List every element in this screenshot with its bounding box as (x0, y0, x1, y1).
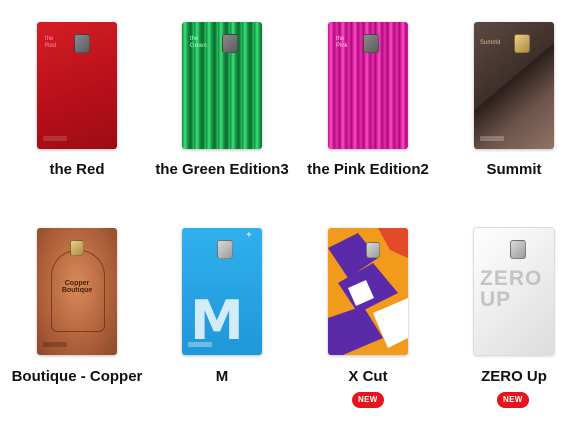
card-logo-m: M (190, 289, 244, 352)
card-logo-text: the Red (45, 36, 57, 49)
card-image-m[interactable]: + M (182, 228, 262, 355)
card-image-boutique-copper[interactable]: Copper Boutique (37, 228, 117, 355)
chip-icon (363, 34, 379, 53)
card-name[interactable]: the Red (2, 161, 152, 178)
card-name[interactable]: ZERO Up (439, 368, 573, 385)
card-name[interactable]: Summit (439, 161, 573, 178)
new-badge: NEW (497, 392, 529, 408)
chip-icon (74, 34, 90, 53)
card-name[interactable]: M (147, 368, 297, 385)
brand-strip (480, 136, 504, 141)
chip-icon (222, 34, 238, 53)
card-logo-text: ZERO UP (480, 267, 543, 311)
chip-icon (70, 240, 84, 256)
chip-icon (217, 240, 233, 259)
card-name[interactable]: Boutique - Copper (2, 368, 152, 385)
card-logo-text: the Pink (336, 36, 348, 49)
card-image-zero-up[interactable]: ZERO UP (474, 228, 554, 355)
card-image-the-red[interactable]: the Red (37, 22, 117, 149)
card-logo-text: Summit (480, 40, 501, 46)
card-name[interactable]: the Pink Edition2 (293, 161, 443, 178)
card-image-the-green[interactable]: the Green (182, 22, 262, 149)
new-badge: NEW (352, 392, 384, 408)
card-image-the-pink[interactable]: the Pink (328, 22, 408, 149)
chip-icon (366, 242, 380, 258)
brand-strip (43, 342, 67, 347)
card-name[interactable]: X Cut (293, 368, 443, 385)
card-name[interactable]: the Green Edition3 (147, 161, 297, 178)
card-logo-text: Copper Boutique (61, 280, 93, 294)
card-grid: the Red the Red the Green the Green Editio… (0, 0, 573, 440)
chip-icon (514, 34, 530, 53)
card-image-summit[interactable]: Summit (474, 22, 554, 149)
card-logo-text: the Green (190, 36, 207, 49)
brand-strip (43, 136, 67, 141)
chip-icon (510, 240, 526, 259)
card-image-x-cut[interactable] (328, 228, 408, 355)
plus-icon: + (246, 230, 252, 241)
brand-strip (188, 342, 212, 347)
